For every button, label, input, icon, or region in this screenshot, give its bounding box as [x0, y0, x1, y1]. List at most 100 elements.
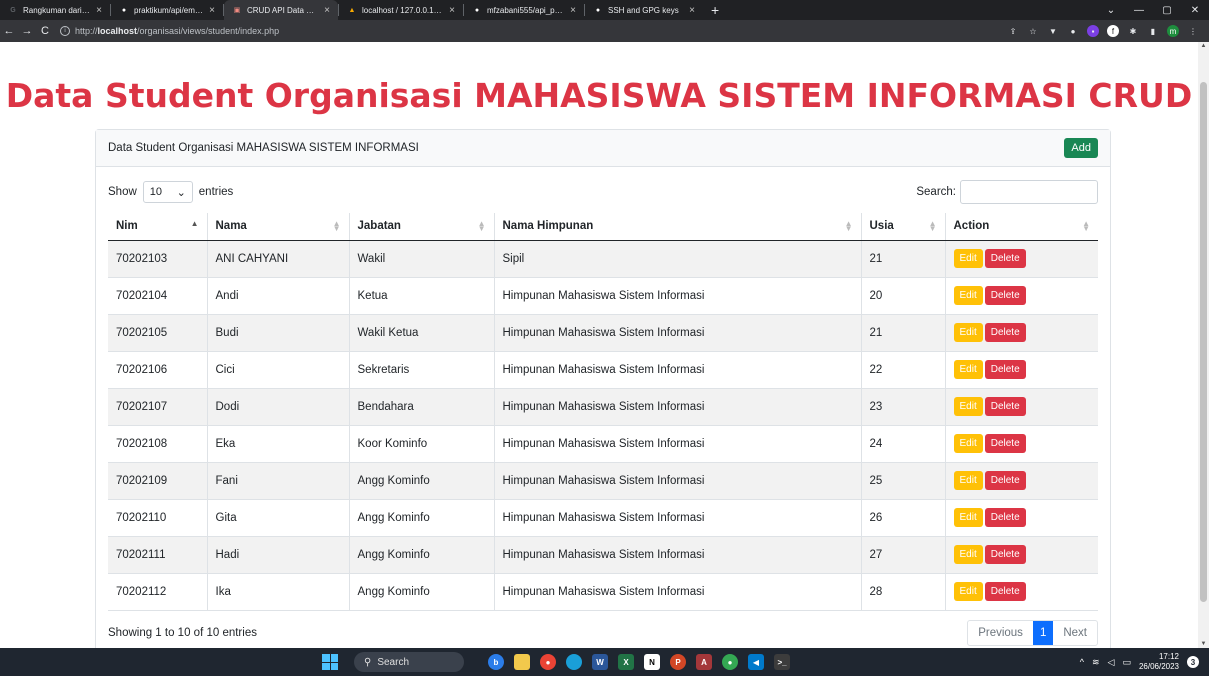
browser-tab[interactable]: ▲ localhost / 127.0.0.1 / orga ×: [339, 0, 463, 20]
browser-tab[interactable]: ▣ CRUD API Data Student Or ×: [224, 0, 338, 20]
scroll-up-icon[interactable]: ▲: [1198, 43, 1209, 49]
table-cell: 70202108: [108, 425, 207, 463]
vue-devtools-icon[interactable]: ▼: [1047, 25, 1059, 37]
column-header[interactable]: Nama ▲ ▼: [206, 213, 349, 241]
entries-length-select[interactable]: 10 ⌄: [142, 181, 193, 203]
edit-button[interactable]: Edit: [953, 471, 983, 490]
delete-button[interactable]: Delete: [984, 434, 1026, 453]
side-panel-icon[interactable]: ▮: [1147, 25, 1159, 37]
pagination-page-1[interactable]: 1: [1032, 621, 1054, 645]
reload-icon[interactable]: C: [36, 25, 54, 37]
back-icon[interactable]: ←: [0, 25, 18, 37]
delete-button[interactable]: Delete: [984, 249, 1026, 268]
terminal-icon[interactable]: >_: [774, 654, 790, 670]
delete-button[interactable]: Delete: [984, 471, 1026, 490]
browser-tab[interactable]: ● praktikum/api/employee/d ×: [111, 0, 223, 20]
table-cell: Andi: [206, 277, 349, 315]
column-header[interactable]: Jabatan ▲ ▼: [348, 213, 494, 241]
column-header[interactable]: Nama Himpunan ▲ ▼: [493, 213, 861, 241]
pagination-previous[interactable]: Previous: [968, 621, 1033, 645]
volume-icon[interactable]: ◁: [1108, 657, 1115, 668]
close-tab-icon[interactable]: ×: [689, 5, 695, 16]
chrome-icon[interactable]: ●: [540, 654, 556, 670]
profile-avatar[interactable]: m: [1167, 25, 1179, 37]
delete-button[interactable]: Delete: [984, 360, 1026, 379]
file-explorer-icon[interactable]: [514, 654, 530, 670]
edit-button[interactable]: Edit: [953, 434, 983, 453]
browser-tab[interactable]: G Rangkuman dari Persiapan ×: [0, 0, 110, 20]
share-icon[interactable]: ⇪: [1007, 25, 1019, 37]
page-scrollbar[interactable]: ▲ ▼: [1198, 42, 1209, 648]
close-tab-icon[interactable]: ×: [570, 5, 576, 16]
pagination-next[interactable]: Next: [1053, 621, 1097, 645]
url-prefix: http://: [75, 26, 98, 36]
wifi-icon[interactable]: ≋: [1092, 657, 1100, 668]
column-header-label: Nama Himpunan: [502, 220, 594, 233]
notification-badge[interactable]: 3: [1187, 656, 1199, 668]
close-tab-icon[interactable]: ×: [96, 5, 102, 16]
table-cell: Dodi: [206, 388, 349, 426]
taskbar-search[interactable]: ⚲ Search: [354, 652, 464, 672]
close-tab-icon[interactable]: ×: [324, 5, 330, 16]
chrome-profile-icon[interactable]: ●: [722, 654, 738, 670]
powerpoint-icon[interactable]: P: [670, 654, 686, 670]
tray-overflow-icon[interactable]: ^: [1080, 657, 1084, 667]
close-window-icon[interactable]: ✕: [1181, 5, 1209, 16]
table-cell: Eka: [206, 425, 349, 463]
scroll-down-icon[interactable]: ▼: [1198, 641, 1209, 647]
extension-icon[interactable]: ●: [1067, 25, 1079, 37]
notion-icon[interactable]: N: [644, 654, 660, 670]
close-tab-icon[interactable]: ×: [449, 5, 455, 16]
excel-icon[interactable]: X: [618, 654, 634, 670]
table-row: 70202106 Cici Sekretaris Himpunan Mahasiswa…: [108, 351, 1098, 389]
delete-button[interactable]: Delete: [984, 508, 1026, 527]
edit-button[interactable]: Edit: [953, 249, 983, 268]
bookmark-star-icon[interactable]: ☆: [1027, 25, 1039, 37]
search-input[interactable]: [960, 180, 1098, 204]
browser-tab-title: mfzabani555/api_praktikum: [487, 5, 564, 15]
extensions-puzzle-icon[interactable]: ✱: [1127, 25, 1139, 37]
browser-tab-title: SSH and GPG keys: [608, 5, 679, 15]
vscode-icon[interactable]: ◀: [748, 654, 764, 670]
table-cell: 25: [860, 462, 945, 500]
delete-button[interactable]: Delete: [984, 323, 1026, 342]
browser-tab[interactable]: ● mfzabani555/api_praktikum ×: [464, 0, 584, 20]
edit-button[interactable]: Edit: [953, 582, 983, 601]
taskbar-center: ⚲ Search b ● W X N P A ● ◀ >_: [322, 648, 790, 676]
column-header[interactable]: Nim ▲: [108, 213, 207, 241]
url-field[interactable]: i http://localhost/organisasi/views/stud…: [60, 23, 960, 39]
edge-icon[interactable]: [566, 654, 582, 670]
word-icon[interactable]: W: [592, 654, 608, 670]
copilot-icon[interactable]: b: [488, 654, 504, 670]
browser-tab[interactable]: ● SSH and GPG keys ×: [585, 0, 703, 20]
forward-icon[interactable]: →: [18, 25, 36, 37]
edit-button[interactable]: Edit: [953, 508, 983, 527]
edit-button[interactable]: Edit: [953, 323, 983, 342]
edit-button[interactable]: Edit: [953, 397, 983, 416]
new-tab-icon[interactable]: +: [703, 2, 727, 18]
battery-icon[interactable]: ▭: [1122, 657, 1131, 668]
add-button[interactable]: Add: [1064, 138, 1098, 158]
column-header[interactable]: Action ▲ ▼: [944, 213, 1098, 241]
close-tab-icon[interactable]: ×: [209, 5, 215, 16]
tab-search-icon[interactable]: ⌄: [1097, 5, 1125, 16]
delete-button[interactable]: Delete: [984, 286, 1026, 305]
delete-button[interactable]: Delete: [984, 397, 1026, 416]
edit-button[interactable]: Edit: [953, 286, 983, 305]
delete-button[interactable]: Delete: [984, 545, 1026, 564]
minimize-icon[interactable]: —: [1125, 5, 1153, 16]
edit-button[interactable]: Edit: [953, 545, 983, 564]
windows-start-icon[interactable]: [322, 654, 338, 670]
clock[interactable]: 17:12 26/06/2023: [1139, 652, 1179, 672]
extension-badge-icon[interactable]: ▪: [1087, 25, 1099, 37]
table-cell: Himpunan Mahasiswa Sistem Informasi: [493, 536, 861, 574]
restore-icon[interactable]: ▢: [1153, 5, 1181, 16]
site-info-icon[interactable]: i: [60, 26, 70, 36]
extension-circle-icon[interactable]: f: [1107, 25, 1119, 37]
access-icon[interactable]: A: [696, 654, 712, 670]
delete-button[interactable]: Delete: [984, 582, 1026, 601]
edit-button[interactable]: Edit: [953, 360, 983, 379]
column-header[interactable]: Usia ▲ ▼: [860, 213, 945, 241]
scrollbar-thumb[interactable]: [1200, 82, 1207, 602]
browser-menu-icon[interactable]: ⋮: [1187, 25, 1199, 37]
